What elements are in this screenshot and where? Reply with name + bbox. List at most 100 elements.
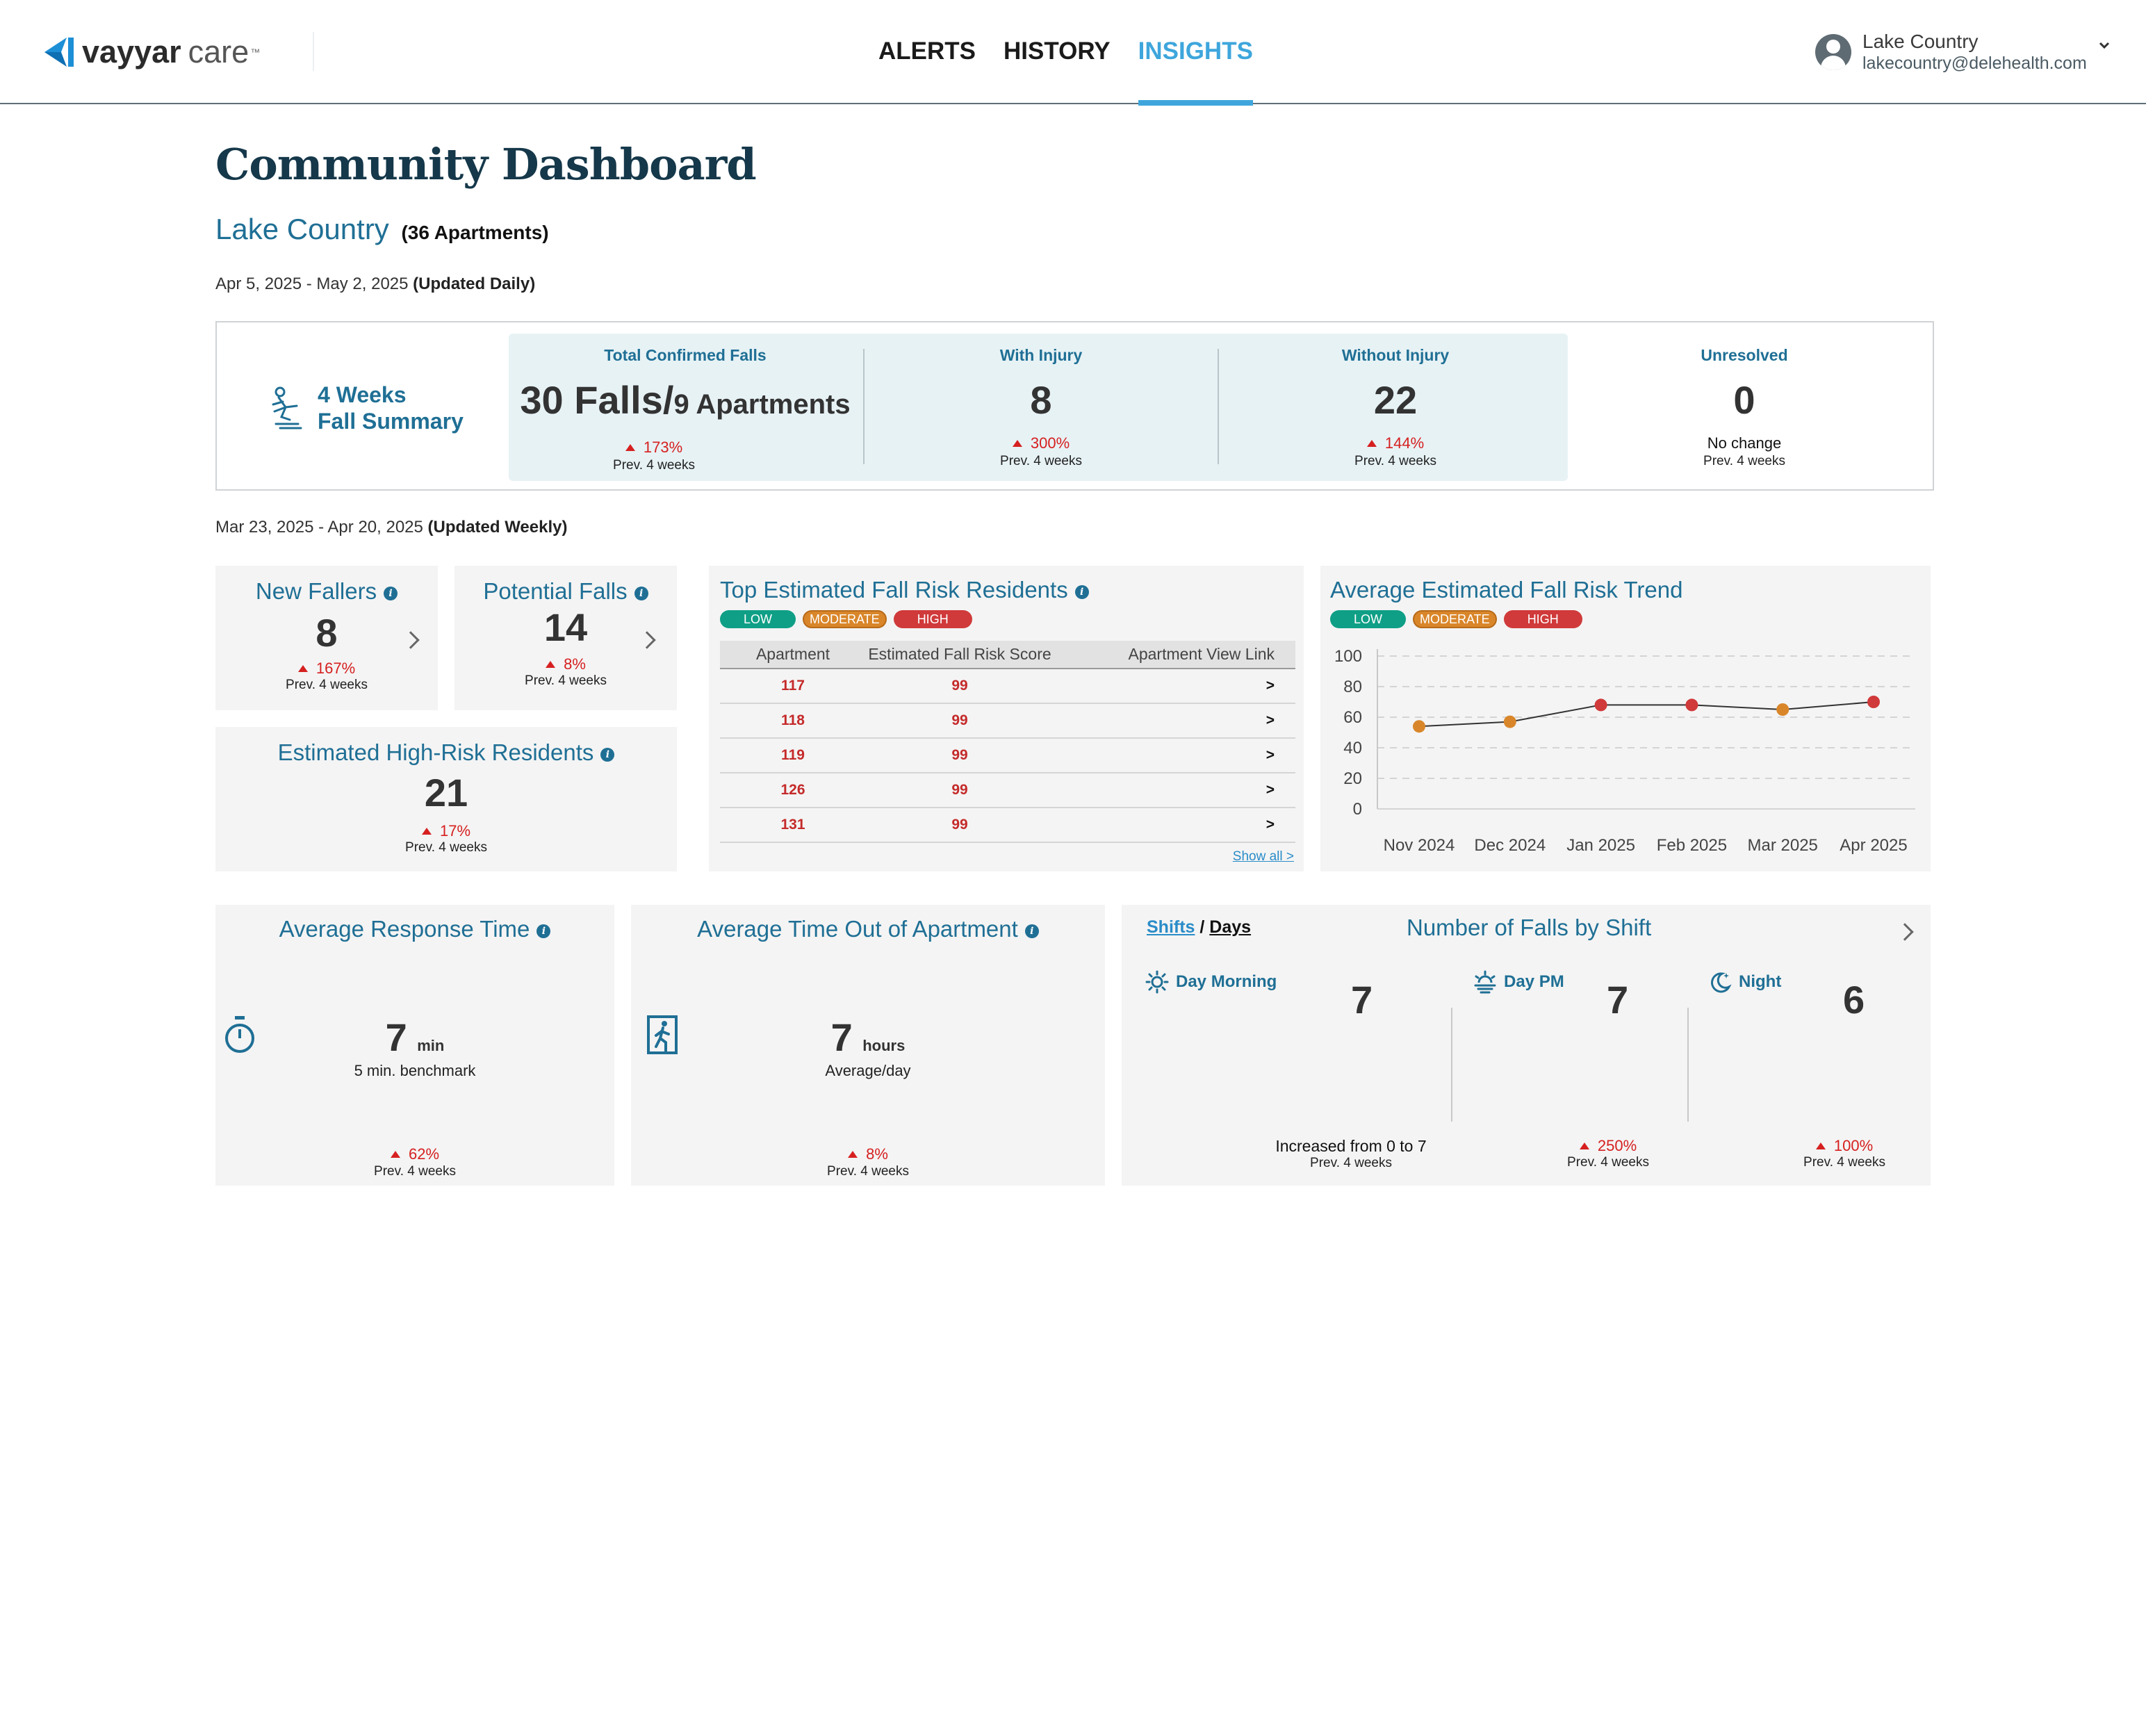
y-tick-label: 20 xyxy=(1343,769,1362,788)
vayyar-care-logo[interactable]: vayyar care ™ xyxy=(42,29,260,75)
nav-history[interactable]: HISTORY xyxy=(1004,0,1111,104)
potential-falls-change: 8% xyxy=(564,655,586,673)
response-time-unit: min xyxy=(417,1037,445,1054)
total-falls-heading: Total Confirmed Falls xyxy=(604,346,767,364)
response-time-title-row: Average Response Time i xyxy=(215,916,614,942)
response-time-metric: 7 min xyxy=(215,1015,614,1060)
y-tick-label: 40 xyxy=(1343,739,1362,758)
logo-trademark: ™ xyxy=(250,47,261,58)
chevron-right-icon[interactable] xyxy=(1896,923,1914,941)
x-tick-label: Feb 2025 xyxy=(1657,836,1727,855)
high-risk-prev: Prev. 4 weeks xyxy=(405,840,487,855)
chevron-down-icon[interactable] xyxy=(2097,38,2112,53)
top-risk-title-row: Top Estimated Fall Risk Residents i xyxy=(720,577,1304,603)
daily-update-note: (Updated Daily) xyxy=(413,275,536,293)
risk-legend: LOW MODERATE HIGH xyxy=(720,610,1304,628)
shift-day-pm: Day PM xyxy=(1473,970,1564,994)
y-tick-label: 100 xyxy=(1334,647,1362,666)
info-icon[interactable]: i xyxy=(1024,924,1039,938)
time-out-card: Average Time Out of Apartment i 7 hours A… xyxy=(631,905,1105,1186)
shift-pm-prev: Prev. 4 weeks xyxy=(1567,1155,1649,1170)
time-out-sub: Average/day xyxy=(825,1062,911,1079)
nav-alerts[interactable]: ALERTS xyxy=(878,0,976,104)
column-header-score: Estimated Fall Risk Score xyxy=(866,641,1054,669)
with-injury-heading: With Injury xyxy=(999,346,1083,364)
total-falls-value: 30 Falls/ xyxy=(520,378,674,422)
data-point xyxy=(1776,703,1789,716)
unresolved-heading: Unresolved xyxy=(1701,346,1788,364)
logo-brand-text: vayyar xyxy=(82,34,181,69)
x-tick-label: Apr 2025 xyxy=(1840,836,1907,855)
apartment-cell: 117 xyxy=(720,669,866,704)
risk-pill-moderate: MODERATE xyxy=(803,610,887,628)
shift-pm-value: 7 xyxy=(1607,978,1629,1022)
fall-summary-panel: 4 Weeks Fall Summary Total Confirmed Fal… xyxy=(215,321,1934,491)
high-risk-change: 17% xyxy=(439,822,471,840)
toggle-separator: / xyxy=(1195,917,1210,937)
info-icon[interactable]: i xyxy=(1074,585,1089,599)
without-injury-value: 22 xyxy=(1373,378,1418,422)
series-line xyxy=(1418,701,1874,728)
x-tick-label: Jan 2025 xyxy=(1566,836,1635,855)
falling-person-icon xyxy=(272,386,302,429)
shift-night-value: 6 xyxy=(1843,978,1865,1022)
shift-divider xyxy=(1687,1008,1689,1122)
table-row[interactable]: 126 99 > xyxy=(720,773,1295,808)
user-menu[interactable]: Lake Country lakecountry@delehealth.com xyxy=(1815,28,2110,76)
shift-morning-change-block: Increased from 0 to 7 Prev. 4 weeks xyxy=(1219,1137,1483,1171)
info-icon[interactable]: i xyxy=(536,924,551,938)
data-point xyxy=(1594,698,1607,712)
with-injury: With Injury 8 300% Prev. 4 weeks xyxy=(865,334,1218,481)
response-benchmark: 5 min. benchmark xyxy=(354,1062,476,1079)
time-out-prev: Prev. 4 weeks xyxy=(827,1164,909,1179)
potential-falls-title: Potential Falls xyxy=(483,578,628,604)
daily-range-text: Apr 5, 2025 - May 2, 2025 xyxy=(215,275,409,293)
new-fallers-card[interactable]: New Fallers i 8 167% Prev. 4 weeks xyxy=(215,566,438,710)
shift-pm-change-block: 250% Prev. 4 weeks xyxy=(1525,1137,1692,1170)
table-row[interactable]: 131 99 > xyxy=(720,808,1295,843)
info-icon[interactable]: i xyxy=(384,587,398,600)
table-row[interactable]: 117 99 > xyxy=(720,669,1295,704)
high-risk-title-row: Estimated High-Risk Residents i xyxy=(215,739,677,766)
apartment-cell: 119 xyxy=(720,738,866,773)
apartment-view-link[interactable]: > xyxy=(1054,808,1295,843)
apartment-cell: 118 xyxy=(720,703,866,739)
table-row[interactable]: 118 99 > xyxy=(720,703,1295,739)
weekly-update-note: (Updated Weekly) xyxy=(427,518,568,537)
toggle-days[interactable]: Days xyxy=(1209,917,1251,937)
time-out-metric: 7 hours xyxy=(631,1015,1105,1060)
toggle-shifts[interactable]: Shifts xyxy=(1147,917,1195,937)
info-icon[interactable]: i xyxy=(600,748,615,762)
apartment-count: (36 Apartments) xyxy=(401,222,549,243)
nav-insights[interactable]: INSIGHTS xyxy=(1138,0,1254,106)
with-injury-change: 300% xyxy=(1030,434,1070,452)
total-falls-apartments: 9 Apartments xyxy=(673,389,851,420)
user-name: Lake Country xyxy=(1862,31,1979,52)
fall-risk-trend-chart: 0 20 40 60 80 100 Nov 2024 Dec 2024 Jan 2025 Feb … xyxy=(1334,647,1915,855)
column-header-apartment: Apartment xyxy=(720,641,866,669)
apartment-view-link[interactable]: > xyxy=(1054,773,1295,808)
shift-divider xyxy=(1451,1008,1452,1122)
apartment-view-link[interactable]: > xyxy=(1054,703,1295,739)
community-name: Lake Country xyxy=(215,213,389,245)
total-confirmed-falls: Total Confirmed Falls 30 Falls/9 Apartme… xyxy=(509,334,862,481)
data-point xyxy=(1685,698,1698,712)
apartment-view-link[interactable]: > xyxy=(1054,738,1295,773)
table-row[interactable]: 119 99 > xyxy=(720,738,1295,773)
score-cell: 99 xyxy=(866,669,1054,704)
info-icon[interactable]: i xyxy=(634,587,648,600)
apartment-view-link[interactable]: > xyxy=(1054,669,1295,704)
time-out-title: Average Time Out of Apartment xyxy=(697,916,1018,942)
shift-night-change: 100% xyxy=(1833,1137,1874,1154)
response-time-value: 7 xyxy=(385,1015,407,1059)
response-time-card: Average Response Time i 7 min 5 min. benc… xyxy=(215,905,614,1186)
show-all-link[interactable]: Show all > xyxy=(1233,849,1294,865)
shift-night: Night xyxy=(1708,970,1781,994)
shift-morning-prev: Prev. 4 weeks xyxy=(1310,1156,1392,1170)
potential-falls-card[interactable]: Potential Falls i 14 8% Prev. 4 weeks xyxy=(454,566,677,710)
community-heading: Lake Country (36 Apartments) xyxy=(215,213,549,246)
with-injury-value: 8 xyxy=(1030,378,1052,422)
time-out-title-row: Average Time Out of Apartment i xyxy=(631,916,1105,942)
falls-by-shift-title: Number of Falls by Shift xyxy=(1407,915,1652,940)
time-out-value: 7 xyxy=(830,1015,853,1059)
